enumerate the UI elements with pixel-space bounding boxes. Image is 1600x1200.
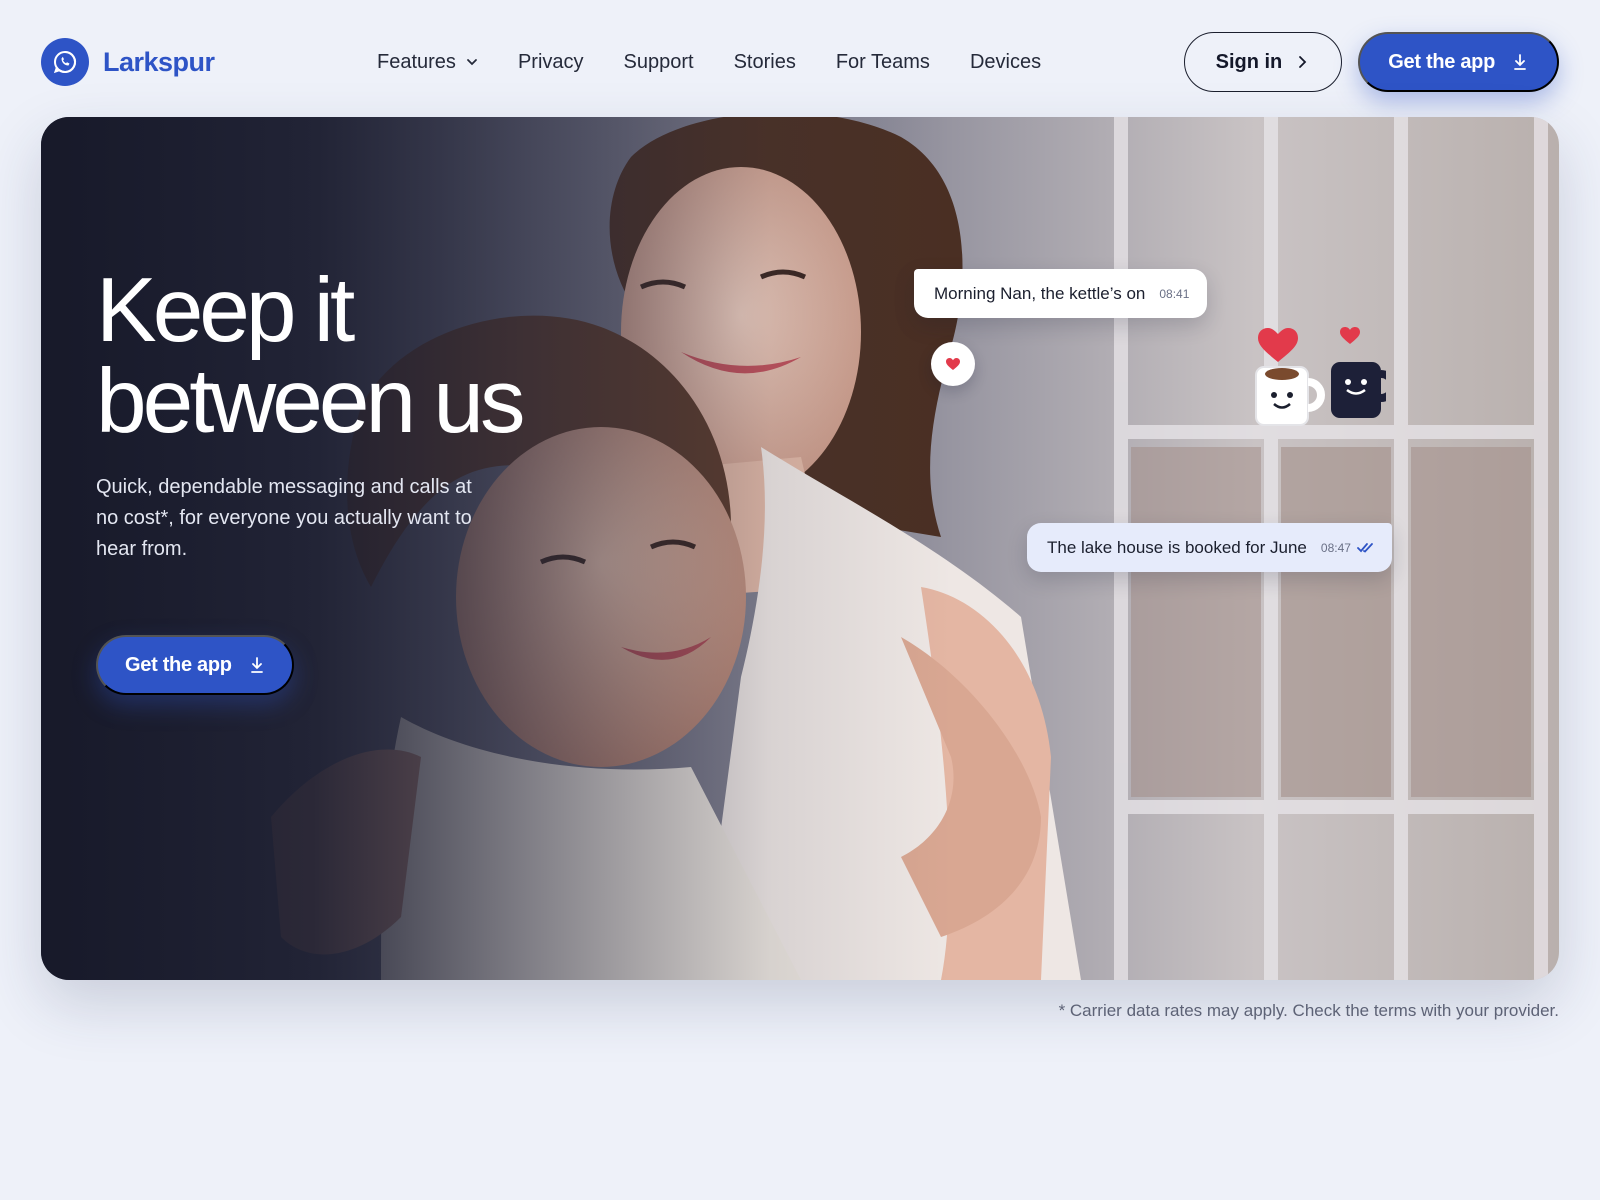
message-text: Morning Nan, the kettle’s on (934, 283, 1146, 303)
get-app-button[interactable]: Get the app (1358, 32, 1559, 92)
brand-name: Larkspur (103, 46, 215, 77)
sign-in-label: Sign in (1215, 50, 1283, 73)
nav-item-label: Stories (733, 50, 796, 73)
nav-item-stories[interactable]: Stories (734, 51, 796, 74)
sign-in-button[interactable]: Sign in (1183, 32, 1343, 92)
main-nav: Features Privacy Support Stories For Tea… (377, 32, 1041, 92)
hero-get-app-label: Get the app (125, 653, 232, 676)
nav-item-support[interactable]: Support (624, 51, 694, 74)
get-app-label: Get the app (1388, 50, 1495, 73)
chat-logo-icon (41, 38, 89, 86)
nav-item-label: For Teams (835, 50, 930, 73)
download-icon (1514, 54, 1526, 70)
chevron-down-icon (467, 59, 477, 66)
hero-subtitle: Quick, dependable messaging and calls at… (96, 476, 472, 560)
nav-item-label: Features (377, 50, 456, 73)
hero-get-app-button[interactable]: Get the app (96, 635, 294, 695)
nav-item-for-teams[interactable]: For Teams (836, 51, 930, 74)
message-text: The lake house is booked for June (1047, 537, 1307, 557)
mugs-sticker-icon (1255, 327, 1386, 426)
nav-item-label: Support (623, 50, 694, 73)
heart-icon (946, 357, 960, 370)
hero-title-line-1: Keep it (96, 260, 355, 361)
outgoing-message-bubble: The lake house is booked for June 08:47 (1027, 523, 1392, 572)
heart-reaction-badge (931, 342, 975, 386)
chevron-right-icon (1299, 56, 1307, 68)
download-icon (250, 657, 263, 673)
hero-title-line-2: between us (96, 351, 525, 452)
nav-item-label: Devices (969, 50, 1042, 73)
carrier-footnote: * Carrier data rates may apply. Check th… (1058, 1001, 1559, 1020)
message-time: 08:41 (1159, 286, 1190, 301)
nav-item-devices[interactable]: Devices (970, 51, 1041, 74)
message-time: 08:47 (1320, 540, 1351, 555)
brand[interactable]: Larkspur (41, 38, 215, 86)
nav-item-privacy[interactable]: Privacy (518, 51, 584, 74)
header-actions: Sign in Get the app (1183, 32, 1559, 92)
nav-item-features[interactable]: Features (377, 51, 478, 74)
hero-title: Keep it between us (96, 265, 616, 447)
hero-banner: Keep it between us Quick, dependable mes… (41, 117, 1559, 980)
double-check-icon (1357, 543, 1373, 553)
nav-item-label: Privacy (517, 50, 584, 73)
site-header: Larkspur Features Privacy Support Storie… (41, 32, 1559, 92)
incoming-message-bubble: Morning Nan, the kettle’s on 08:41 (914, 269, 1208, 318)
